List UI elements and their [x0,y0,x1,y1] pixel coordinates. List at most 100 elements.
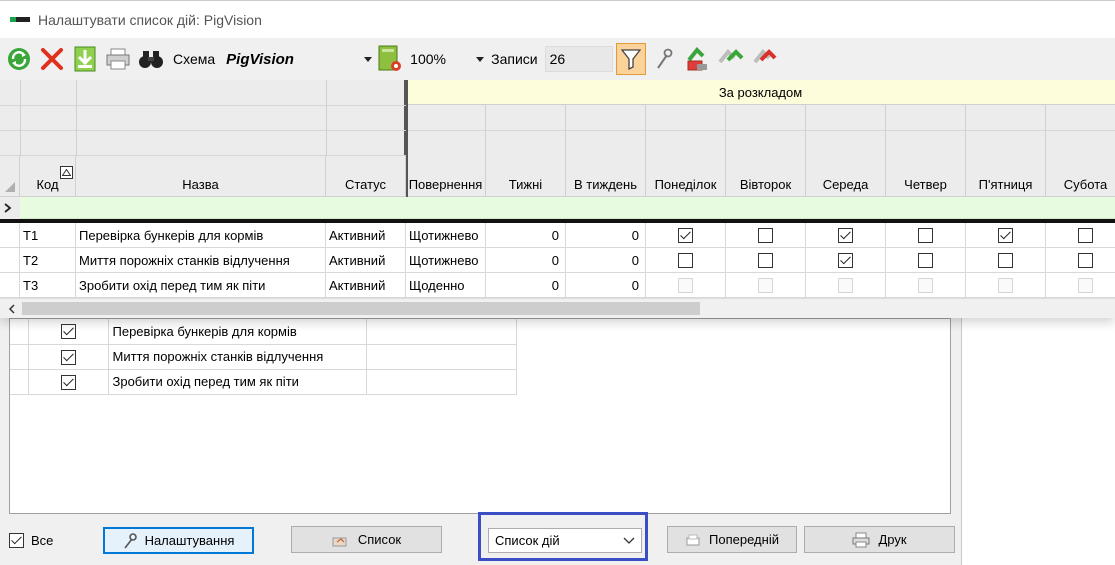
day-checkbox-fri[interactable] [998,252,1013,268]
grid-cell-sat[interactable] [1046,273,1115,298]
list-item[interactable]: Перевірка бункерів для кормів [10,319,517,345]
column-header-code[interactable]: Код [20,156,76,197]
all-checkbox[interactable]: Все [9,533,53,548]
list-item-check-cell[interactable] [28,369,109,395]
filter-button[interactable] [615,43,646,75]
grid-cell-thu[interactable] [886,273,966,298]
grid-cell-name[interactable]: Зробити охід перед тим як піти [76,273,326,298]
day-checkbox-sat[interactable] [1078,227,1093,243]
new-record-row[interactable] [20,197,1115,219]
day-checkbox-wed[interactable] [838,252,853,268]
grid-cell-per_week[interactable]: 0 [566,273,646,298]
view-select[interactable]: Список дій [488,528,642,553]
grid-cell-weeks[interactable]: 0 [486,273,566,298]
column-header-tue[interactable]: Вівторок [726,156,806,197]
all-checkbox-box[interactable] [9,533,24,548]
column-header-per_week[interactable]: В тиждень [566,156,646,197]
day-checkbox-sat[interactable] [1078,252,1093,268]
list-item-checkbox[interactable] [60,324,76,340]
day-checkbox-mon[interactable] [678,227,693,243]
schema-select[interactable]: PigVision [222,47,373,71]
grid-cell-recurrence[interactable]: Щоденно [406,273,486,298]
list-item-check-cell[interactable] [28,344,109,370]
grid-cell-wed[interactable] [806,248,886,273]
grid-cell-sat[interactable] [1046,223,1115,248]
column-header-recurrence[interactable]: Повернення [406,156,486,197]
download-button[interactable] [70,43,100,75]
column-header-weeks[interactable]: Тижні [486,156,566,197]
list-item[interactable]: Миття порожніх станків відлучення [10,344,517,370]
grid-cell-thu[interactable] [886,223,966,248]
grid-cell-tue[interactable] [726,223,806,248]
grid-cell-sat[interactable] [1046,248,1115,273]
grid-cell-weeks[interactable]: 0 [486,223,566,248]
grid-cell-mon[interactable] [646,273,726,298]
day-checkbox-tue[interactable] [758,227,773,243]
grid-cell-tue[interactable] [726,248,806,273]
column-header-mon[interactable]: Понеділок [646,156,726,197]
print-button[interactable]: Друк [804,526,955,553]
grid-cell-wed[interactable] [806,223,886,248]
day-checkbox-fri[interactable] [998,227,1013,243]
previous-button[interactable]: Попередній [667,526,797,553]
column-header-label: П'ятниця [978,177,1033,192]
day-checkbox-thu[interactable] [918,252,933,268]
grid-cell-code[interactable]: T1 [20,223,76,248]
grid-cell-tue[interactable] [726,273,806,298]
column-header-thu[interactable]: Четвер [886,156,966,197]
zoom-select[interactable]: 100% [408,47,485,71]
list-item-checkbox[interactable] [60,349,76,365]
grid-cell-per_week[interactable]: 0 [566,248,646,273]
find-button[interactable] [136,43,166,75]
day-checkbox-wed[interactable] [838,227,853,243]
grid-cell-fri[interactable] [966,273,1046,298]
export-button[interactable] [748,43,778,75]
grid-cell-fri[interactable] [966,223,1046,248]
day-checkbox-tue[interactable] [758,252,773,268]
column-header-fri[interactable]: П'ятниця [966,156,1046,197]
column-header-sat[interactable]: Субота [1046,156,1115,197]
column-header-name[interactable]: Назва [76,156,326,197]
row-header[interactable] [0,273,20,298]
chevron-left-icon[interactable] [7,304,17,314]
grid-cell-name[interactable]: Перевірка бункерів для кормів [76,223,326,248]
grid-cell-code[interactable]: T2 [20,248,76,273]
day-checkbox-thu[interactable] [918,227,933,243]
column-header-status[interactable]: Статус [326,156,406,197]
grid-cell-mon[interactable] [646,223,726,248]
grid-cell-per_week[interactable]: 0 [566,223,646,248]
column-header-wed[interactable]: Середа [806,156,886,197]
settings-button[interactable]: Налаштування [103,527,254,554]
horizontal-scrollbar[interactable] [0,298,1115,318]
day-checkbox-mon[interactable] [678,252,693,268]
import-button[interactable] [682,43,712,75]
sync-button[interactable] [715,43,745,75]
grid-cell-wed[interactable] [806,273,886,298]
list-button[interactable]: Список [291,526,442,553]
list-item-check-cell[interactable] [28,319,109,345]
list-item-checkbox[interactable] [60,374,76,390]
list-item[interactable]: Зробити охід перед тим як піти [10,369,517,395]
sort-ascending-icon[interactable] [60,166,73,179]
window-title: Налаштувати список дій: PigVision [38,11,262,28]
grid-cell-recurrence[interactable]: Щотижнево [406,223,486,248]
scrollbar-thumb[interactable] [22,302,700,315]
grid-cell-name[interactable]: Миття порожніх станків відлучення [76,248,326,273]
grid-cell-code[interactable]: T3 [20,273,76,298]
grid-cell-recurrence[interactable]: Щотижнево [406,248,486,273]
grid-cell-status[interactable]: Активний [326,223,406,248]
grid-cell-status[interactable]: Активний [326,248,406,273]
delete-button[interactable] [37,43,67,75]
refresh-button[interactable] [4,43,34,75]
schema-settings-button[interactable] [375,43,405,75]
grid-cell-weeks[interactable]: 0 [486,248,566,273]
print-toolbar-button[interactable] [103,43,133,75]
grid-cell-mon[interactable] [646,248,726,273]
row-header[interactable] [0,248,20,273]
row-header[interactable] [0,223,20,248]
header-filler-divider [76,80,77,156]
grid-cell-status[interactable]: Активний [326,273,406,298]
grid-cell-thu[interactable] [886,248,966,273]
grid-cell-fri[interactable] [966,248,1046,273]
tools-button[interactable] [649,43,679,75]
